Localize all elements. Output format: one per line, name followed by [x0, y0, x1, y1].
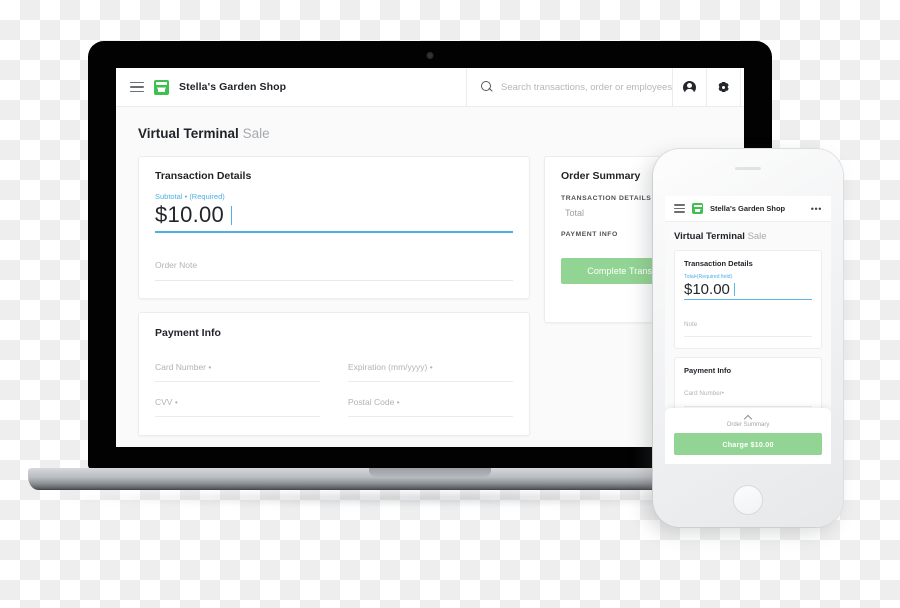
search-icon — [481, 81, 493, 93]
phone-page-title-sub: Sale — [747, 231, 767, 242]
transaction-details-card: Transaction Details Subtotal • (Required… — [138, 156, 530, 299]
desktop-brand-area: Stella's Garden Shop — [116, 68, 466, 106]
expiration-placeholder: Expiration (mm/yyyy) • — [348, 362, 433, 372]
hamburger-icon[interactable] — [130, 81, 144, 93]
postal-code-field[interactable]: Postal Code • — [348, 382, 513, 417]
phone-card-number-field[interactable]: Card Number• — [684, 382, 812, 407]
search-bar[interactable]: Search transactions, order or employees — [466, 68, 672, 106]
phone-transaction-details-card: Transaction Details Total•(Required fiel… — [674, 250, 822, 349]
desktop-main: Virtual Terminal Sale Transaction Detail… — [116, 107, 744, 447]
search-input-placeholder[interactable]: Search transactions, order or employees — [501, 82, 672, 93]
phone-topbar: Stella's Garden Shop ••• — [665, 196, 831, 222]
cvv-placeholder: CVV • — [155, 397, 178, 407]
order-note-placeholder: Order Note — [155, 260, 198, 270]
phone-payment-info-title: Payment Info — [684, 366, 732, 375]
phone-mockup: Stella's Garden Shop ••• Virtual Termina… — [653, 149, 843, 527]
subtotal-input[interactable]: $10.00 — [155, 202, 513, 233]
laptop-base-notch — [369, 468, 491, 477]
page-title: Virtual Terminal Sale — [138, 126, 720, 141]
subtotal-value: $10.00 — [155, 202, 225, 227]
transaction-details-title: Transaction Details — [155, 170, 252, 182]
charge-button[interactable]: Charge $10.00 — [674, 433, 822, 455]
phone-order-summary-sheet[interactable]: Order Summary Charge $10.00 — [665, 408, 831, 464]
phone-home-button[interactable] — [733, 485, 763, 515]
shop-logo-icon — [154, 79, 169, 95]
brand-name: Stella's Garden Shop — [179, 81, 287, 93]
card-number-field[interactable]: Card Number • — [155, 347, 320, 382]
settings-button[interactable] — [706, 68, 740, 106]
text-cursor — [231, 205, 233, 225]
card-number-placeholder: Card Number • — [155, 362, 212, 372]
more-options-icon[interactable]: ••• — [811, 204, 822, 213]
account-button[interactable] — [672, 68, 706, 106]
chevron-up-icon[interactable] — [744, 412, 753, 421]
phone-note-input[interactable]: Note — [684, 313, 812, 337]
phone-total-label: Total•(Required field) — [684, 274, 733, 280]
payment-info-card: Payment Info Card Number • Expiration (m… — [138, 312, 530, 436]
phone-page-title-main: Virtual Terminal — [674, 231, 745, 242]
phone-total-value: $10.00 — [684, 281, 730, 298]
expiration-field[interactable]: Expiration (mm/yyyy) • — [348, 347, 513, 382]
phone-text-cursor — [733, 283, 735, 296]
topbar-icon-group — [672, 68, 744, 106]
payment-info-title: Payment Info — [155, 327, 221, 339]
desktop-topbar: Stella's Garden Shop Search transactions… — [116, 68, 744, 107]
webcam-icon — [426, 52, 434, 59]
subtotal-label: Subtotal • (Required) — [155, 192, 225, 201]
phone-card-number-placeholder: Card Number• — [684, 390, 724, 397]
phone-transaction-details-title: Transaction Details — [684, 259, 753, 268]
phone-screen: Stella's Garden Shop ••• Virtual Termina… — [665, 196, 831, 464]
phone-total-input[interactable]: $10.00 — [684, 281, 812, 300]
phone-shop-logo-icon — [692, 203, 703, 214]
phone-note-placeholder: Note — [684, 321, 698, 328]
postal-code-placeholder: Postal Code • — [348, 397, 400, 407]
laptop-screen: Stella's Garden Shop Search transactions… — [116, 68, 744, 447]
phone-brand-name: Stella's Garden Shop — [710, 204, 786, 213]
account-icon — [683, 80, 697, 94]
cvv-field[interactable]: CVV • — [155, 382, 320, 417]
order-note-input[interactable]: Order Note — [155, 255, 513, 281]
phone-page-title: Virtual Terminal Sale — [674, 231, 822, 242]
phone-hamburger-icon[interactable] — [674, 204, 685, 213]
page-title-main: Virtual Terminal — [138, 126, 239, 141]
info-button[interactable] — [740, 68, 744, 106]
page-title-sub: Sale — [242, 126, 270, 141]
phone-speaker — [735, 167, 761, 170]
settings-gear-icon — [717, 81, 730, 94]
